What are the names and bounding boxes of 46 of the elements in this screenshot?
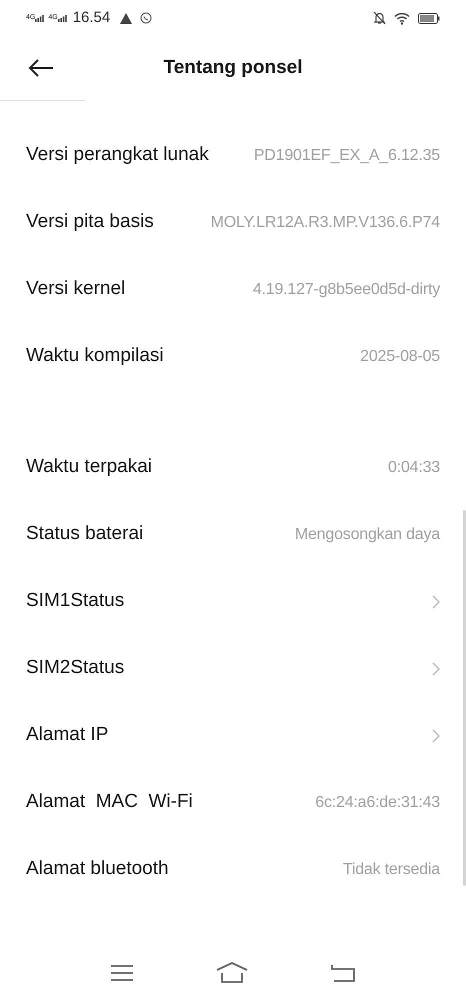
row-label: Status baterai (26, 522, 144, 546)
settings-row[interactable]: Alamat bluetooth Tidak tersedia (0, 836, 466, 903)
settings-row[interactable]: Waktu terpakai 0:04:33 (0, 434, 466, 501)
back-icon[interactable] (330, 964, 355, 982)
chevron-right-icon (432, 662, 440, 676)
row-label: SIM2Status (26, 656, 124, 680)
row-label: Versi pita basis (26, 210, 154, 234)
settings-row[interactable]: SIM1Status (0, 568, 466, 635)
chat-icon (140, 12, 152, 24)
row-value: Tidak tersedia (342, 860, 440, 880)
row-label: SIM1Status (26, 589, 124, 614)
row-value: Mengosongkan daya (294, 524, 440, 544)
row-label: Waktu terpakai (26, 455, 152, 480)
settings-row[interactable]: Versi pita basis MOLY.LR12A.R3.MP.V136.6.P74 (0, 189, 466, 256)
page-title: Tentang ponsel (164, 56, 302, 80)
row-value: 0:04:33 (388, 458, 440, 478)
row-label: Alamat MAC Wi-Fi (26, 790, 193, 814)
row-value: PD1901EF_EX_A_6.12.35 (254, 146, 440, 166)
settings-row[interactable]: SIM2Status (0, 635, 466, 702)
settings-row[interactable]: Alamat MAC Wi-Fi 6c:24:a6:de:31:43 (0, 769, 466, 836)
back-arrow-icon (28, 58, 54, 78)
settings-row[interactable]: Status baterai Mengosongkan daya (0, 501, 466, 568)
chevron-right-icon (432, 594, 440, 608)
row-label: Alamat IP (26, 723, 108, 748)
signal-icon (35, 14, 44, 22)
row-value: 6c:24:a6:de:31:43 (315, 792, 440, 812)
menu-icon[interactable] (111, 964, 134, 982)
row-value: MOLY.LR12A.R3.MP.V136.6.P74 (210, 212, 440, 232)
settings-row[interactable]: Versi kernel 4.19.127-g8b5ee0d5d-dirty (0, 256, 466, 323)
settings-row[interactable]: Waktu kompilasi 2025-08-05 (0, 323, 466, 390)
chevron-right-icon (432, 728, 440, 742)
wifi-icon (394, 12, 410, 24)
signal-icon (58, 14, 67, 22)
row-label: Alamat bluetooth (26, 857, 169, 882)
row-value: 4.19.127-g8b5ee0d5d-dirty (252, 280, 440, 300)
row-label: Waktu kompilasi (26, 344, 164, 368)
battery-icon (418, 12, 440, 24)
row-label: Versi perangkat lunak (26, 143, 209, 168)
warning-icon (120, 12, 132, 24)
row-value: 2025-08-05 (360, 346, 440, 366)
clock: 16.54 (72, 8, 110, 28)
settings-row[interactable]: Versi perangkat lunak PD1901EF_EX_A_6.12.35 (0, 122, 466, 189)
row-label: Versi kernel (26, 277, 126, 302)
home-icon[interactable] (216, 962, 248, 984)
settings-row[interactable]: Alamat IP (0, 702, 466, 769)
bell-off-icon (373, 11, 386, 25)
